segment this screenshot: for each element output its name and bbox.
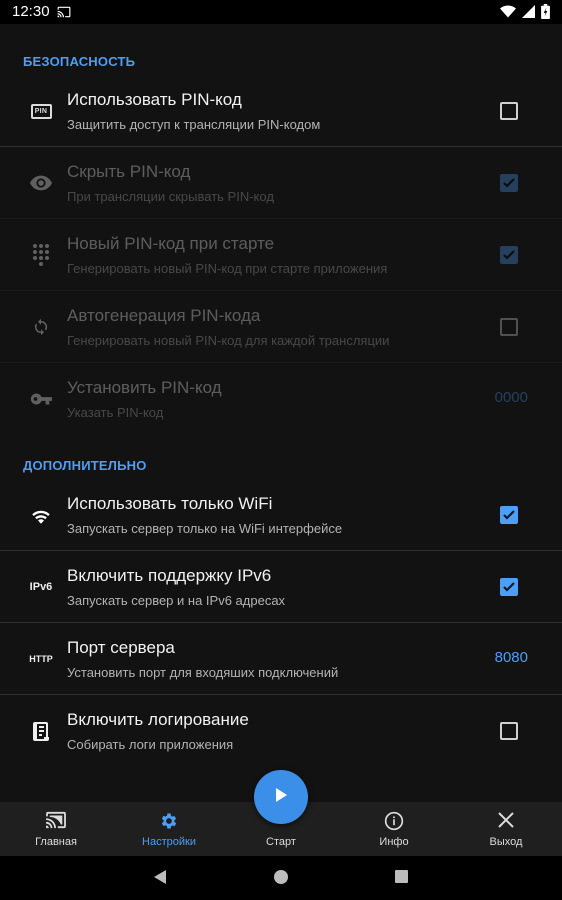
pref-title: Автогенерация PIN-кода bbox=[67, 306, 261, 325]
sync-icon bbox=[24, 313, 58, 341]
pref-ipv6[interactable]: IPv6 Включить поддержку IPv6 Запускать с… bbox=[0, 551, 562, 623]
back-icon[interactable] bbox=[152, 868, 168, 886]
ipv6-icon: IPv6 bbox=[29, 581, 53, 593]
key-icon bbox=[24, 385, 58, 413]
hide-pin-checkbox[interactable] bbox=[500, 174, 518, 192]
battery-icon bbox=[541, 4, 550, 24]
pref-use-pin[interactable]: PIN Использовать PIN-код Защитить доступ… bbox=[0, 75, 562, 147]
pref-summary: Запускать сервер только на WiFi интерфей… bbox=[67, 521, 343, 536]
pref-wifi-only[interactable]: Использовать только WiFi Запускать серве… bbox=[0, 479, 562, 551]
pref-summary: Установить порт для входяших подключений bbox=[67, 665, 339, 680]
nav-item-exit[interactable]: Выход bbox=[461, 802, 551, 856]
system-nav-bar bbox=[0, 856, 562, 900]
pref-title: Скрыть PIN-код bbox=[67, 162, 191, 181]
start-fab-button[interactable] bbox=[254, 770, 308, 824]
nav-item-info[interactable]: Инфо bbox=[349, 802, 439, 856]
nav-label: Инфо bbox=[379, 836, 409, 848]
pref-summary: Генерировать новый PIN-код при старте пр… bbox=[67, 261, 388, 276]
settings-screen[interactable]: БЕЗОПАСНОСТЬ PIN Использовать PIN-код За… bbox=[0, 24, 562, 802]
pref-hide-pin[interactable]: Скрыть PIN-код При трансляции скрывать P… bbox=[0, 147, 562, 219]
status-icons bbox=[500, 4, 550, 24]
gear-icon bbox=[124, 811, 214, 831]
new-pin-checkbox[interactable] bbox=[500, 246, 518, 264]
pref-title: Включить логирование bbox=[67, 710, 249, 729]
port-value: 8080 bbox=[494, 649, 528, 666]
pref-server-port[interactable]: HTTP Порт сервера Установить порт для вх… bbox=[0, 623, 562, 695]
wifi-only-checkbox[interactable] bbox=[500, 506, 518, 524]
status-time: 12:30 bbox=[12, 3, 50, 20]
pref-autogen-pin[interactable]: Автогенерация PIN-кода Генерировать новы… bbox=[0, 291, 562, 363]
http-icon: HTTP bbox=[29, 654, 53, 664]
pref-title: Использовать только WiFi bbox=[67, 494, 273, 513]
pref-summary: При трансляции скрывать PIN-код bbox=[67, 189, 274, 204]
cast-icon bbox=[57, 5, 71, 23]
home-icon[interactable] bbox=[273, 868, 289, 886]
wifi-icon bbox=[24, 501, 58, 529]
pref-summary: Собирать логи приложения bbox=[67, 737, 234, 752]
section-header-advanced: ДОПОЛНИТЕЛЬНО bbox=[23, 458, 147, 473]
nav-item-settings[interactable]: Настройки bbox=[124, 802, 214, 856]
pref-set-pin[interactable]: Установить PIN-код Указать PIN-код 0000 bbox=[0, 363, 562, 435]
dialpad-icon bbox=[24, 241, 58, 269]
signal-icon bbox=[522, 5, 535, 23]
use-pin-checkbox[interactable] bbox=[500, 102, 518, 120]
nav-label: Выход bbox=[489, 836, 523, 848]
pref-summary: Генерировать новый PIN-код для каждой тр… bbox=[67, 333, 390, 348]
pref-title: Установить PIN-код bbox=[67, 378, 222, 397]
pref-title: Использовать PIN-код bbox=[67, 90, 242, 109]
pref-summary: Указать PIN-код bbox=[67, 405, 164, 420]
eye-icon bbox=[24, 169, 58, 197]
log-icon bbox=[24, 717, 58, 745]
nav-label: Главная bbox=[35, 836, 77, 848]
pref-logging[interactable]: Включить логирование Собирать логи прило… bbox=[0, 695, 562, 767]
pref-summary: Запускать сервер и на IPv6 адресах bbox=[67, 593, 286, 608]
pref-new-pin-on-start[interactable]: Новый PIN-код при старте Генерировать но… bbox=[0, 219, 562, 291]
info-icon bbox=[349, 811, 439, 831]
pref-title: Включить поддержку IPv6 bbox=[67, 566, 272, 585]
logging-checkbox[interactable] bbox=[500, 722, 518, 740]
cast-icon bbox=[11, 811, 101, 829]
nav-label: Настройки bbox=[142, 836, 196, 848]
ipv6-checkbox[interactable] bbox=[500, 578, 518, 596]
section-header-security: БЕЗОПАСНОСТЬ bbox=[23, 54, 136, 69]
recents-icon[interactable] bbox=[394, 868, 410, 886]
close-icon bbox=[461, 811, 551, 829]
play-icon bbox=[274, 787, 288, 808]
pin-icon: PIN bbox=[24, 97, 58, 125]
nav-item-home[interactable]: Главная bbox=[11, 802, 101, 856]
pref-title: Новый PIN-код при старте bbox=[67, 234, 275, 253]
pref-summary: Защитить доступ к трансляции PIN-кодом bbox=[67, 117, 321, 132]
wifi-icon bbox=[500, 5, 516, 23]
status-bar: 12:30 bbox=[0, 0, 562, 24]
nav-label: Старт bbox=[266, 836, 296, 848]
pref-title: Порт сервера bbox=[67, 638, 175, 657]
pin-value: 0000 bbox=[494, 389, 528, 406]
autogen-pin-checkbox[interactable] bbox=[500, 318, 518, 336]
